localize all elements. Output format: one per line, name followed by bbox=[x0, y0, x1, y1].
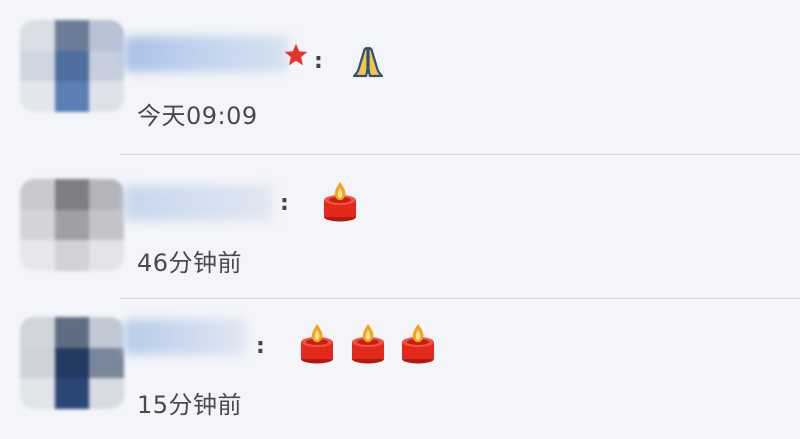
comment-item: : 46分钟前 bbox=[0, 155, 800, 295]
candle-emoji-icon bbox=[352, 324, 384, 364]
colon-separator: : bbox=[256, 334, 265, 359]
comment-list: : 今天09:09 : 46分钟前: 15分钟前 bbox=[0, 0, 800, 435]
comment-item: : 今天09:09 bbox=[0, 0, 800, 140]
colon-separator: : bbox=[314, 49, 323, 74]
username[interactable] bbox=[124, 36, 288, 72]
candle-emoji-icon bbox=[324, 182, 356, 222]
timestamp: 15分钟前 bbox=[137, 391, 243, 419]
candle-emoji-icon bbox=[402, 324, 434, 364]
avatar[interactable] bbox=[20, 317, 124, 409]
red-star-icon bbox=[284, 43, 308, 66]
username[interactable] bbox=[124, 319, 246, 355]
pray-emoji-icon bbox=[352, 46, 384, 78]
avatar[interactable] bbox=[20, 20, 124, 112]
candle-emoji-icon bbox=[301, 324, 333, 364]
colon-separator: : bbox=[280, 191, 289, 216]
username[interactable] bbox=[124, 185, 272, 221]
timestamp: 今天09:09 bbox=[137, 102, 258, 130]
comment-item: : 15分钟前 bbox=[0, 299, 800, 439]
timestamp: 46分钟前 bbox=[137, 249, 243, 277]
avatar[interactable] bbox=[20, 179, 124, 271]
